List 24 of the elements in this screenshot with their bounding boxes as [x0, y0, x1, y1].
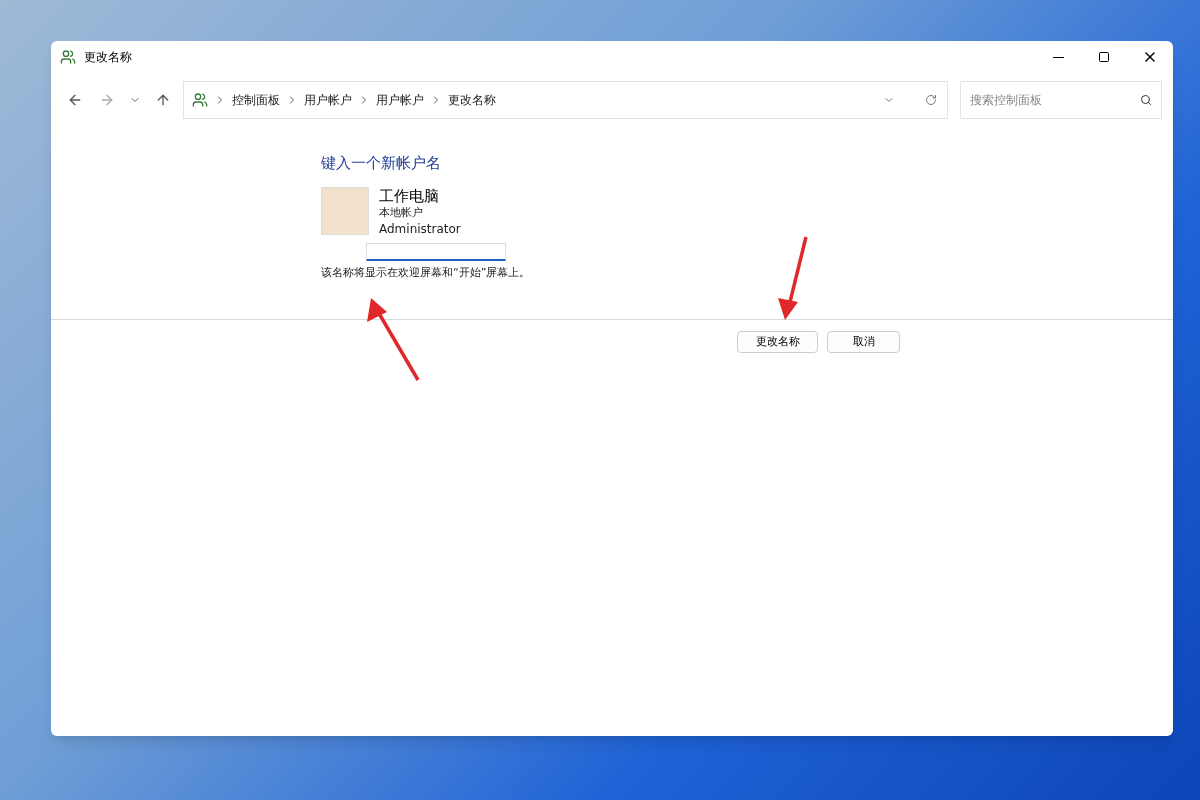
- section-heading: 键入一个新帐户名: [321, 153, 442, 174]
- breadcrumb-item[interactable]: 用户帐户: [304, 91, 352, 109]
- breadcrumb-item[interactable]: 控制面板: [232, 91, 280, 109]
- maximize-icon: [1098, 51, 1110, 63]
- avatar-picture: [321, 186, 369, 235]
- forward-arrow-icon: [99, 92, 115, 108]
- dialog-button[interactable]: 更改名称: [737, 331, 818, 353]
- window-title: 更改名称: [84, 49, 132, 66]
- address-bar[interactable]: 控制面板 用户帐户 用户帐户 更改名称: [183, 81, 948, 119]
- new-name-field[interactable]: [366, 242, 506, 261]
- users-icon: [192, 92, 208, 108]
- refresh-icon[interactable]: [925, 94, 937, 106]
- search-field[interactable]: 搜索控制面板: [960, 81, 1162, 119]
- users-icon: [60, 49, 76, 65]
- breadcrumb-item[interactable]: 用户帐户: [376, 91, 424, 109]
- hint-text: 该名称将显示在欢迎屏幕和“开始”屏幕上。: [321, 264, 532, 281]
- search-icon: [1140, 94, 1152, 106]
- breadcrumb-item[interactable]: 更改名称: [448, 91, 496, 109]
- dialog-button[interactable]: 取消: [827, 331, 900, 353]
- minimize-icon: [1052, 56, 1064, 58]
- up-arrow-icon: [155, 92, 171, 108]
- account-role: Administrator: [379, 220, 461, 237]
- account-type: 本地帐户: [379, 204, 424, 221]
- account-name: 工作电脑: [379, 186, 440, 205]
